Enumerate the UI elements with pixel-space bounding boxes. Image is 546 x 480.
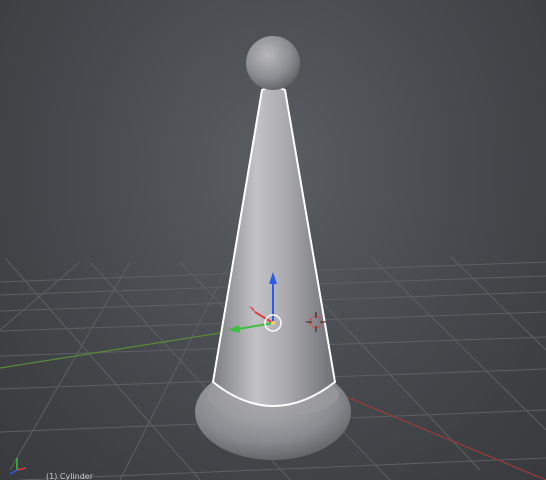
cone-mesh[interactable] bbox=[211, 86, 337, 407]
3d-viewport[interactable]: (1) Cylinder bbox=[0, 0, 546, 480]
x-axis-line bbox=[329, 389, 546, 480]
top-sphere-mesh[interactable] bbox=[246, 36, 300, 90]
object-info-label: (1) Cylinder bbox=[46, 472, 93, 480]
object-origin-icon bbox=[271, 321, 275, 325]
viewport-scene[interactable] bbox=[0, 0, 546, 480]
